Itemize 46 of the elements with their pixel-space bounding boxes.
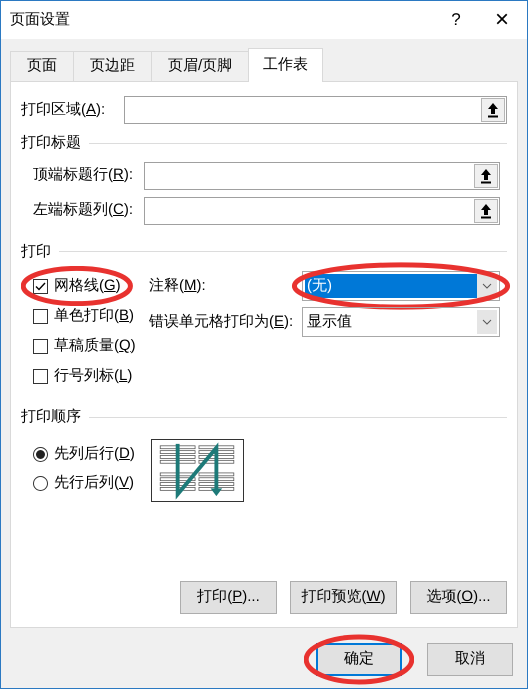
button[interactable]: 确定 [316,643,402,676]
upload-arrow-icon [480,168,492,184]
section-heading: 打印顺序 [21,407,81,427]
collapse-dialog-button[interactable] [481,98,505,122]
field-label: 打印区域(A): [21,100,106,120]
checkbox-label: 网格线(G) [54,276,121,296]
checkbox[interactable] [33,308,48,324]
radio-button[interactable] [33,447,48,462]
input-field[interactable] [124,96,507,124]
input-field[interactable] [144,162,500,190]
dropdown-value: (无) [305,274,477,298]
tab[interactable]: 页面 [10,51,73,81]
checkbox-label: 单色打印(B) [54,306,134,326]
window-title: 页面设置 [10,10,70,30]
field-label: 注释(M): [149,276,207,296]
chevron-down-icon [482,283,492,289]
button[interactable]: 取消 [427,643,513,676]
field-label: 左端标题列(C): [33,200,134,220]
button[interactable]: 选项(O)... [410,581,507,614]
checkbox[interactable] [33,338,48,354]
button[interactable]: 打印(P)... [180,581,277,614]
radio-button[interactable] [33,476,48,491]
tab[interactable]: 页眉/页脚 [151,51,248,81]
radio-label: 先列后行(D) [54,444,135,464]
input-field[interactable] [144,196,500,224]
checkbox[interactable] [33,278,48,294]
field-label: 错误单元格打印为(E): [149,312,294,332]
tab[interactable]: 页边距 [73,51,151,81]
upload-arrow-icon [480,202,492,218]
field-label: 顶端标题行(R): [33,165,134,186]
section-heading: 打印 [21,242,51,262]
dropdown[interactable]: (无) [302,271,500,301]
checkbox-label: 草稿质量(Q) [54,336,136,356]
chevron-down-icon [482,319,492,325]
close-button[interactable]: × [479,1,525,39]
help-button[interactable]: ? [433,1,479,39]
section-heading: 打印标题 [21,133,81,153]
dropdown[interactable]: 显示值 [302,307,500,337]
radio-label: 先行后列(V) [54,473,134,494]
collapse-dialog-button[interactable] [474,198,498,222]
collapse-dialog-button[interactable] [474,164,498,188]
upload-arrow-icon [487,102,499,118]
button[interactable]: 打印预览(W) [290,581,397,614]
checkbox-label: 行号列标(L) [54,366,132,386]
checkbox[interactable] [33,368,48,384]
tab[interactable]: 工作表 [248,48,324,82]
